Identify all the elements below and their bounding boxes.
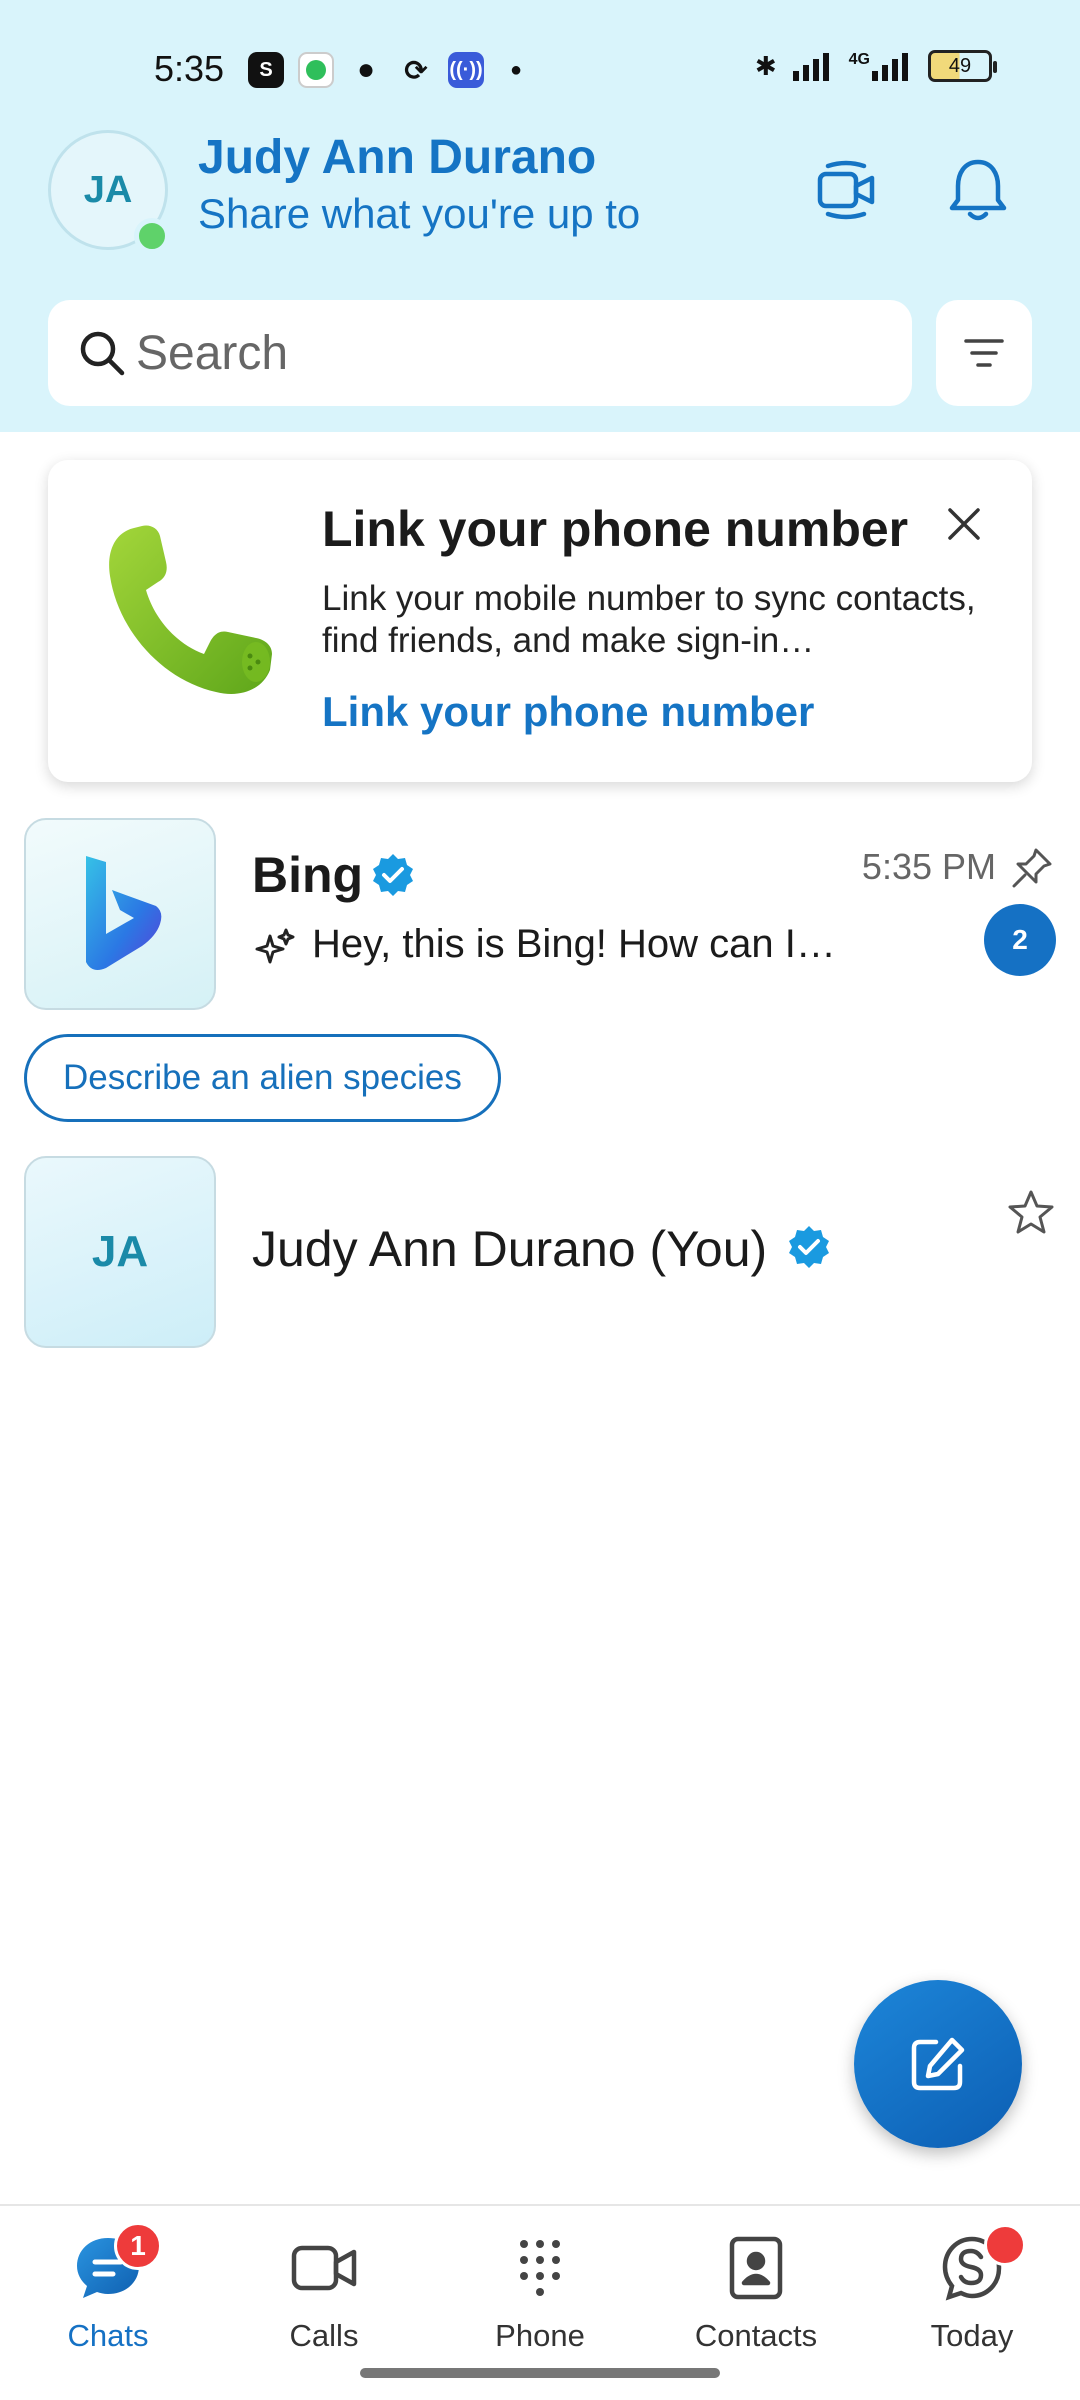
phone-icon [109,525,272,694]
presence-indicator [134,218,170,254]
sparkle-icon [255,928,295,964]
skype-notification-icon: S [248,52,284,88]
chat-name-bing[interactable]: Bing [252,846,363,904]
app-notification-icon [298,52,334,88]
chat-name-self[interactable]: Judy Ann Durano (You) [252,1220,767,1278]
bell-icon [949,159,1007,221]
network-type: 4G [848,51,870,68]
link-phone-button[interactable]: Link your phone number [322,688,814,736]
close-icon[interactable] [940,500,988,548]
chat-time: 5:35 PM [861,846,996,887]
status-time: 5:35 [154,48,225,89]
notification-icons: S ● ⟳ ((·)) ● [248,52,534,88]
share-notification-icon: ⟳ [404,54,428,86]
tab-today[interactable]: Today [864,2206,1080,2400]
star-icon[interactable] [1006,1188,1056,1238]
profile-name[interactable]: Judy Ann Durano [198,130,596,185]
filter-button[interactable] [936,300,1032,406]
tab-label: Calls [289,2318,359,2353]
today-icon [934,2224,1026,2306]
notifications-button[interactable] [938,150,1018,230]
today-notification-dot [984,2224,1026,2266]
link-phone-card: Link your phone number Link your mobile … [48,460,1032,782]
contacts-icon [718,2230,794,2306]
verified-icon [789,1226,829,1268]
unread-badge: 2 [984,904,1056,976]
card-title: Link your phone number [322,501,909,557]
video-call-icon [817,160,875,220]
tab-label: Contacts [694,2318,818,2353]
search-bar[interactable] [48,300,912,406]
home-indicator[interactable] [360,2368,720,2378]
bluetooth-icon: ✱ [754,50,777,81]
system-status: ✱ 4G 49 [754,50,997,82]
card-description: Link your mobile number to sync contacts… [322,579,976,660]
compose-icon [911,2037,965,2091]
tab-label: Today [930,2318,1014,2353]
filter-icon [964,339,1004,367]
chat-preview: Hey, this is Bing! How can I… [312,922,836,966]
video-call-button[interactable] [806,150,886,230]
search-icon [80,331,125,376]
bing-logo-icon [86,856,162,970]
more-notifications-icon: ● [509,58,523,81]
signal-2-icon [872,53,908,81]
calls-icon [286,2230,362,2306]
search-input[interactable] [136,325,896,381]
new-chat-button[interactable] [854,1980,1022,2148]
battery-indicator: 49 [928,50,997,82]
tab-label: Chats [67,2318,149,2353]
bing-avatar[interactable] [24,818,216,1010]
broadcast-notification-icon: ((·)) [448,52,484,88]
flame-notification-icon: ● [356,53,376,86]
tab-label: Phone [495,2318,585,2353]
tab-chats[interactable]: 1 Chats [0,2206,216,2400]
pin-icon[interactable] [1010,846,1054,890]
suggestion-chip[interactable]: Describe an alien species [24,1034,501,1122]
dialpad-icon [502,2230,578,2306]
status-prompt[interactable]: Share what you're up to [198,190,640,238]
chats-icon: 1 [70,2222,162,2306]
chats-badge: 1 [114,2222,162,2270]
verified-icon [373,854,413,896]
self-avatar[interactable]: JA [24,1156,216,1348]
signal-icon [792,53,829,81]
